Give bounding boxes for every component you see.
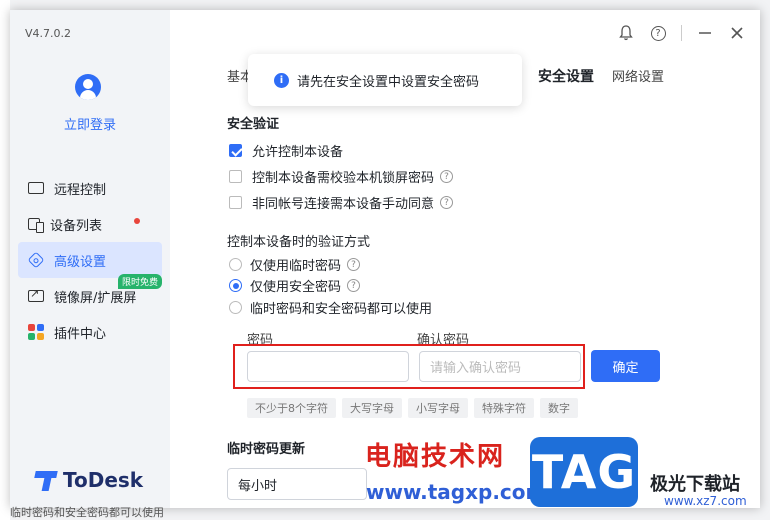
titlebar-controls: ? — [617, 24, 746, 42]
background-text: 临时密码和安全密码都可以使用 — [10, 506, 164, 519]
checkbox-lock-screen-password[interactable] — [229, 170, 242, 183]
sidebar-item-advanced-settings[interactable]: 高级设置 — [18, 242, 162, 278]
devices-icon — [28, 218, 44, 233]
login-link[interactable]: 立即登录 — [10, 114, 170, 133]
sidebar-item-label: 远程控制 — [54, 182, 107, 198]
verify-section-title: 控制本设备时的验证方式 — [227, 235, 371, 250]
question-icon[interactable]: ? — [440, 196, 454, 209]
password-rule-tag: 数字 — [540, 398, 578, 418]
todesk-window: V4.7.0.2 立即登录 远程控制 设备列表 高级设置 镜像屏/扩展屏 限时免… — [10, 10, 760, 508]
highlight-box — [233, 344, 585, 389]
password-rule-tag: 特殊字符 — [474, 398, 534, 418]
free-badge: 限时免费 — [118, 274, 162, 289]
sidebar-item-label: 插件中心 — [54, 326, 107, 342]
sidebar-item-label: 设备列表 — [50, 218, 103, 234]
radio-button[interactable] — [229, 279, 242, 292]
bell-icon[interactable] — [617, 24, 635, 42]
question-icon[interactable]: ? — [440, 170, 454, 183]
sidebar-item-label: 高级设置 — [54, 254, 107, 270]
todesk-logo: ToDesk — [35, 468, 143, 492]
version-label: V4.7.0.2 — [25, 27, 72, 40]
radio-both[interactable]: 临时密码和安全密码都可以使用 — [229, 298, 432, 317]
radio-temp-only[interactable]: 仅使用临时密码 ? — [229, 255, 361, 274]
plugins-icon — [28, 324, 44, 340]
help-icon[interactable]: ? — [649, 24, 667, 42]
option-label: 非同帐号连接需本设备手动同意 — [252, 197, 435, 212]
option-label: 控制本设备需校验本机锁屏密码 — [252, 171, 435, 186]
option-lock-screen-password[interactable]: 控制本设备需校验本机锁屏密码 ? — [229, 167, 454, 186]
password-rule-tag: 大写字母 — [342, 398, 402, 418]
watermark-url: www.tagxp.com — [366, 480, 547, 504]
tabs: 置 安全设置 网络设置 — [503, 66, 682, 86]
sidebar-item-mirror-screen[interactable]: 镜像屏/扩展屏 限时免费 — [18, 274, 162, 314]
background-left-panel — [0, 0, 10, 520]
option-label: 仅使用安全密码 — [250, 280, 342, 295]
watermark-text: 电脑技术网 — [365, 442, 506, 472]
todesk-logo-icon — [35, 469, 57, 491]
sidebar: V4.7.0.2 立即登录 远程控制 设备列表 高级设置 镜像屏/扩展屏 限时免… — [10, 10, 170, 508]
option-label: 允许控制本设备 — [252, 145, 344, 160]
watermark-tag-logo: TAG — [530, 437, 638, 507]
temp-password-select[interactable]: 每小时 — [227, 468, 367, 500]
option-allow-control[interactable]: 允许控制本设备 — [229, 141, 343, 160]
minimize-icon[interactable] — [696, 24, 714, 42]
radio-button[interactable] — [229, 258, 242, 271]
sidebar-item-label: 镜像屏/扩展屏 — [54, 290, 137, 306]
checkbox-allow-control[interactable] — [229, 144, 242, 157]
radio-security-only[interactable]: 仅使用安全密码 ? — [229, 276, 361, 295]
close-icon[interactable] — [728, 24, 746, 42]
sidebar-item-device-list[interactable]: 设备列表 — [18, 206, 162, 242]
sidebar-item-remote-control[interactable]: 远程控制 — [18, 170, 162, 206]
radio-button[interactable] — [229, 301, 242, 314]
confirm-button[interactable]: 确定 — [591, 350, 660, 382]
option-label: 仅使用临时密码 — [250, 259, 342, 274]
password-rule-tag: 不少于8个字符 — [247, 398, 336, 418]
question-icon[interactable]: ? — [347, 279, 361, 292]
tab-security[interactable]: 安全设置 — [538, 66, 594, 86]
watermark-site-name: 极光下载站 — [650, 474, 740, 495]
info-icon: i — [274, 72, 289, 88]
question-icon[interactable]: ? — [347, 258, 361, 271]
password-rule-tag: 小写字母 — [408, 398, 468, 418]
monitor-icon — [28, 182, 44, 194]
brand-name: ToDesk — [63, 468, 144, 492]
option-manual-consent[interactable]: 非同帐号连接需本设备手动同意 ? — [229, 193, 454, 212]
mirror-screen-icon — [28, 287, 44, 302]
watermark-site-url: www.xz7.com — [664, 494, 747, 508]
toast-text: 请先在安全设置中设置安全密码 — [297, 74, 480, 90]
titlebar-divider — [681, 25, 682, 41]
notification-dot — [134, 218, 140, 224]
tab-network[interactable]: 网络设置 — [612, 66, 664, 86]
password-rules: 不少于8个字符 大写字母 小写字母 特殊字符 数字 — [247, 398, 578, 418]
security-section-title: 安全验证 — [227, 117, 280, 132]
user-avatar-icon[interactable] — [75, 74, 101, 100]
sidebar-nav: 远程控制 设备列表 高级设置 镜像屏/扩展屏 限时免费 — [18, 170, 162, 350]
settings-icon — [27, 251, 45, 269]
temp-password-title: 临时密码更新 — [227, 442, 306, 457]
checkbox-manual-consent[interactable] — [229, 196, 242, 209]
toast-message: i 请先在安全设置中设置安全密码 — [248, 54, 522, 106]
option-label: 临时密码和安全密码都可以使用 — [250, 302, 433, 317]
sidebar-item-plugins[interactable]: 插件中心 — [18, 314, 162, 350]
